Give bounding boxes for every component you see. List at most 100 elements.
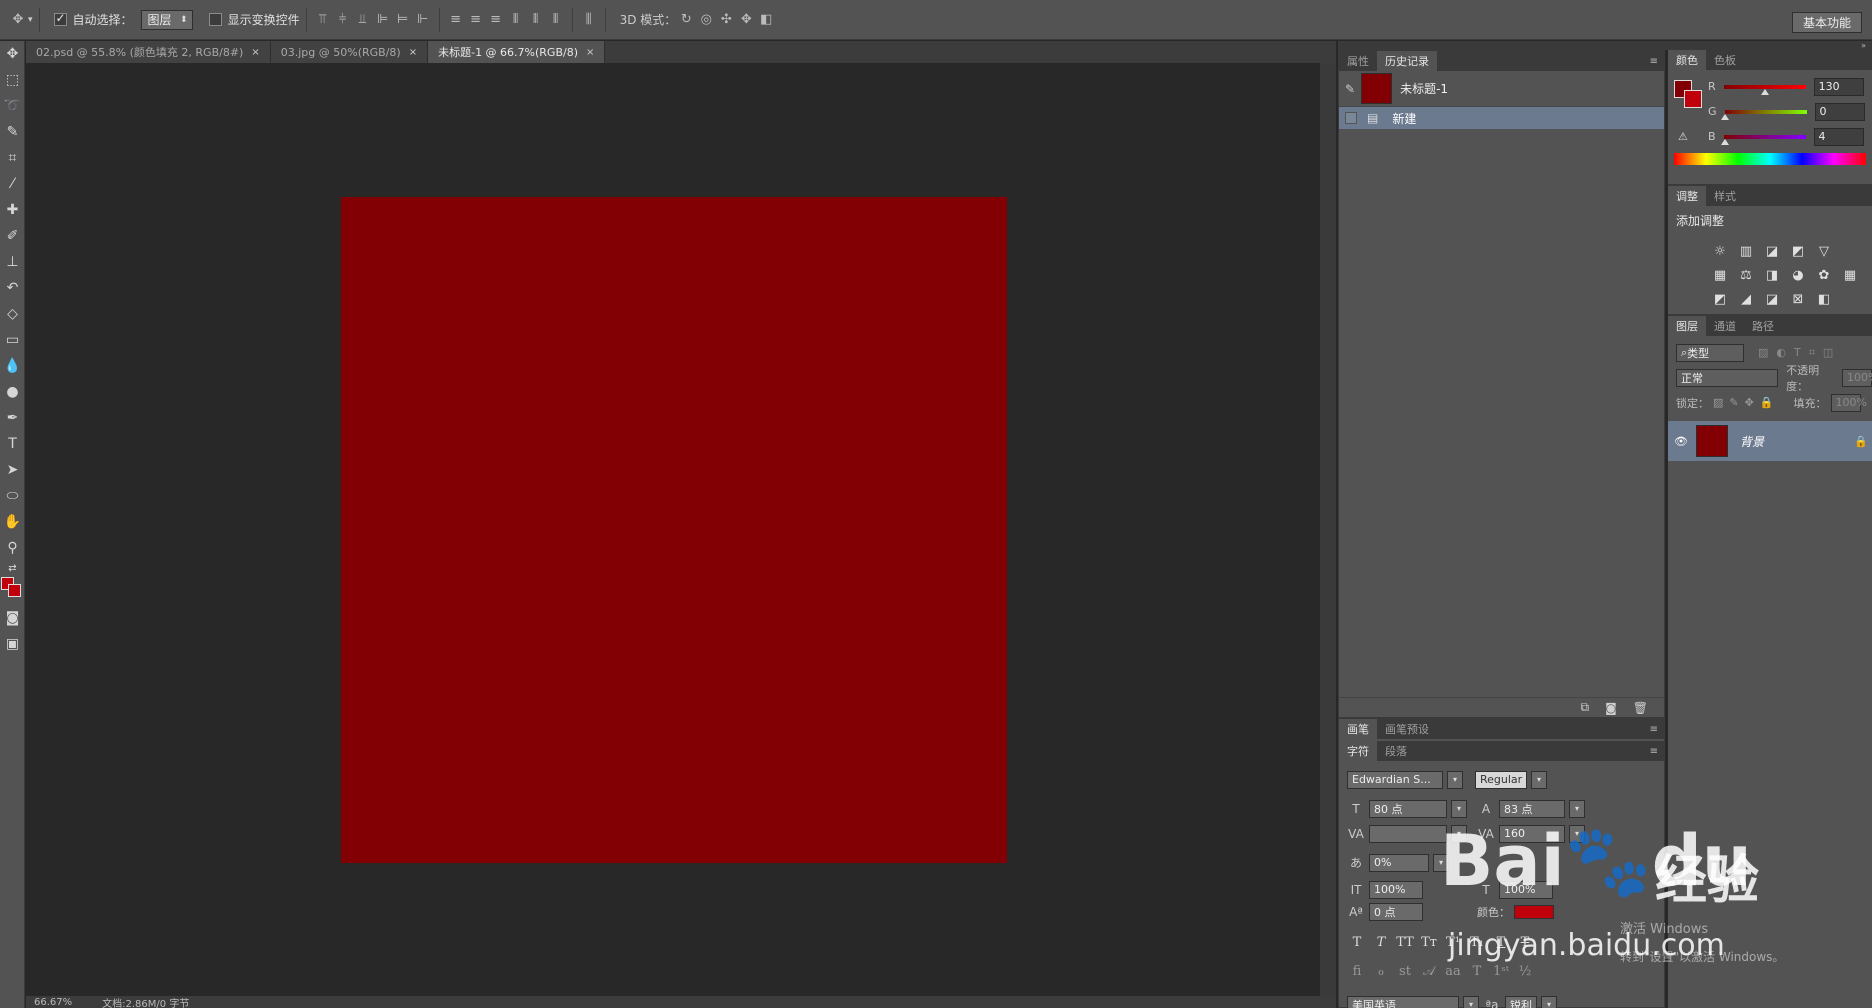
zoom-level[interactable]: 66.67%: [34, 997, 72, 1008]
document-canvas[interactable]: [341, 197, 1007, 863]
snapshot-camera-icon[interactable]: ◙: [1605, 701, 1617, 715]
auto-select-dropdown[interactable]: 图层: [140, 9, 193, 30]
distribute-left-icon[interactable]: ⦀: [506, 10, 526, 30]
text-color-swatch[interactable]: [1514, 905, 1554, 919]
align-right-icon[interactable]: ⊩: [413, 10, 433, 30]
filter-icons[interactable]: ▨◐T⌗◫: [1758, 346, 1841, 360]
layer-row-background[interactable]: 👁 背景 🔒: [1668, 421, 1872, 461]
tab-brush[interactable]: 画笔: [1339, 719, 1377, 739]
tab-properties[interactable]: 属性: [1339, 51, 1377, 71]
3d-pan-icon[interactable]: ✣: [716, 10, 736, 30]
brush-tool-icon[interactable]: ✐: [0, 223, 25, 249]
marquee-tool-icon[interactable]: ⬚: [0, 67, 25, 93]
zoom-tool-icon[interactable]: ⚲: [0, 535, 25, 561]
dodge-tool-icon[interactable]: ●: [0, 379, 25, 405]
ordinal-st-icon[interactable]: 1ˢᵗ: [1491, 964, 1511, 979]
color-spectrum[interactable]: [1674, 153, 1866, 165]
slider-knob[interactable]: [1761, 88, 1770, 95]
crop-tool-icon[interactable]: ⌗: [0, 145, 25, 171]
eraser-tool-icon[interactable]: ◇: [0, 301, 25, 327]
levels-icon[interactable]: ▥: [1736, 241, 1756, 261]
antialias-field[interactable]: 锐利: [1505, 995, 1537, 1008]
tab-adjustments[interactable]: 调整: [1668, 186, 1706, 206]
tab-history[interactable]: 历史记录: [1377, 51, 1437, 71]
healing-brush-tool-icon[interactable]: ✚: [0, 197, 25, 223]
superscript-icon[interactable]: T¹: [1443, 935, 1463, 950]
faux-italic-icon[interactable]: T: [1371, 935, 1391, 950]
history-state-new[interactable]: ▤ 新建: [1339, 107, 1664, 129]
underline-icon[interactable]: T: [1491, 935, 1511, 950]
vibrance-icon[interactable]: ▽: [1814, 241, 1834, 261]
color-lookup-icon[interactable]: ▦: [1840, 265, 1860, 285]
align-bottom-icon[interactable]: ⫫: [353, 10, 373, 30]
tracking-field[interactable]: 160: [1499, 824, 1565, 843]
3d-roll-icon[interactable]: ◎: [696, 10, 716, 30]
opacity-field[interactable]: 100%: [1842, 368, 1872, 387]
fill-field[interactable]: 100%: [1830, 393, 1867, 412]
slider-knob[interactable]: [1721, 138, 1730, 145]
align-hcenter-icon[interactable]: ⊨: [393, 10, 413, 30]
layer-name[interactable]: 背景: [1740, 433, 1764, 450]
layer-filter-dropdown[interactable]: ⌕ 类型: [1676, 343, 1744, 362]
3d-rotate-icon[interactable]: ↻: [676, 10, 696, 30]
stamp-tool-icon[interactable]: ⊥: [0, 249, 25, 275]
eyedropper-tool-icon[interactable]: ⁄: [0, 171, 25, 197]
chevron-down-icon[interactable]: ▾: [1541, 995, 1557, 1008]
alternates-icon[interactable]: 𝒜: [1419, 964, 1439, 979]
b-value-field[interactable]: 4: [1813, 127, 1864, 146]
lasso-tool-icon[interactable]: ➰: [0, 93, 25, 119]
kerning-field[interactable]: [1369, 824, 1447, 843]
auto-select-checkbox[interactable]: 自动选择：: [53, 11, 133, 28]
collapse-icon[interactable]: »: [1861, 41, 1866, 50]
vertical-scrollbar[interactable]: [1320, 63, 1336, 1008]
hue-saturation-icon[interactable]: ▦: [1710, 265, 1730, 285]
selective-color-icon[interactable]: ◧: [1814, 289, 1834, 309]
r-slider[interactable]: [1723, 84, 1806, 95]
r-value-field[interactable]: 130: [1813, 77, 1864, 96]
chevron-down-icon[interactable]: ▾: [1463, 995, 1479, 1008]
ellipse-tool-icon[interactable]: ⬭: [0, 483, 25, 509]
font-family-field[interactable]: Edwardian S...: [1347, 770, 1443, 789]
history-brush-source-icon[interactable]: ✎: [1345, 82, 1355, 96]
leading-field[interactable]: 83 点: [1499, 799, 1565, 818]
path-select-tool-icon[interactable]: ➤: [0, 457, 25, 483]
color-balance-icon[interactable]: ⚖: [1736, 265, 1756, 285]
distribute-top-icon[interactable]: ≡: [446, 10, 466, 30]
tab-03-jpg[interactable]: 03.jpg @ 50%(RGB/8) ×: [270, 41, 429, 63]
titling-icon[interactable]: aa: [1443, 964, 1463, 979]
distribute-hcenter-icon[interactable]: ⦀: [526, 10, 546, 30]
fg-bg-swatches[interactable]: [1674, 80, 1702, 108]
panel-menu-icon[interactable]: ≡: [1650, 719, 1664, 739]
black-white-icon[interactable]: ◨: [1762, 265, 1782, 285]
tab-styles[interactable]: 样式: [1706, 186, 1744, 206]
tab-color[interactable]: 颜色: [1668, 50, 1706, 70]
tab-brush-presets[interactable]: 画笔预设: [1377, 719, 1437, 739]
tab-character[interactable]: 字符: [1339, 741, 1377, 761]
3d-scale-icon[interactable]: ◧: [756, 10, 776, 30]
align-vcenter-icon[interactable]: ⫩: [333, 10, 353, 30]
eye-icon[interactable]: 👁: [1674, 435, 1688, 448]
blend-mode-dropdown[interactable]: 正常: [1676, 368, 1779, 387]
faux-bold-icon[interactable]: T: [1347, 935, 1367, 950]
screen-mode-icon[interactable]: ▣: [0, 631, 25, 657]
move-tool-preset[interactable]: ✥ ▾: [8, 10, 33, 30]
distribute-right-icon[interactable]: ⦀: [546, 10, 566, 30]
blur-tool-icon[interactable]: 💧: [0, 353, 25, 379]
tab-untitled-1[interactable]: 未标题-1 @ 66.7%(RGB/8) ×: [428, 41, 606, 63]
move-tool-icon[interactable]: ✥: [0, 41, 25, 67]
language-field[interactable]: 美国英语: [1347, 995, 1459, 1008]
panel-menu-icon[interactable]: ≡: [1650, 741, 1664, 761]
3d-slide-icon[interactable]: ✥: [736, 10, 756, 30]
old-style-icon[interactable]: ℴ: [1371, 964, 1391, 979]
font-style-field[interactable]: Regular: [1475, 770, 1527, 789]
panel-menu-icon[interactable]: ≡: [1650, 51, 1664, 71]
canvas-area[interactable]: [26, 63, 1336, 996]
invert-icon[interactable]: ◩: [1710, 289, 1730, 309]
strikethrough-icon[interactable]: T: [1515, 935, 1535, 950]
chevron-down-icon[interactable]: ▾: [1451, 799, 1467, 818]
curves-icon[interactable]: ◪: [1762, 241, 1782, 261]
tab-channels[interactable]: 通道: [1706, 316, 1744, 336]
swap-colors-icon[interactable]: ⇄: [0, 561, 25, 575]
tab-swatches[interactable]: 色板: [1706, 50, 1744, 70]
tab-paths[interactable]: 路径: [1744, 316, 1782, 336]
